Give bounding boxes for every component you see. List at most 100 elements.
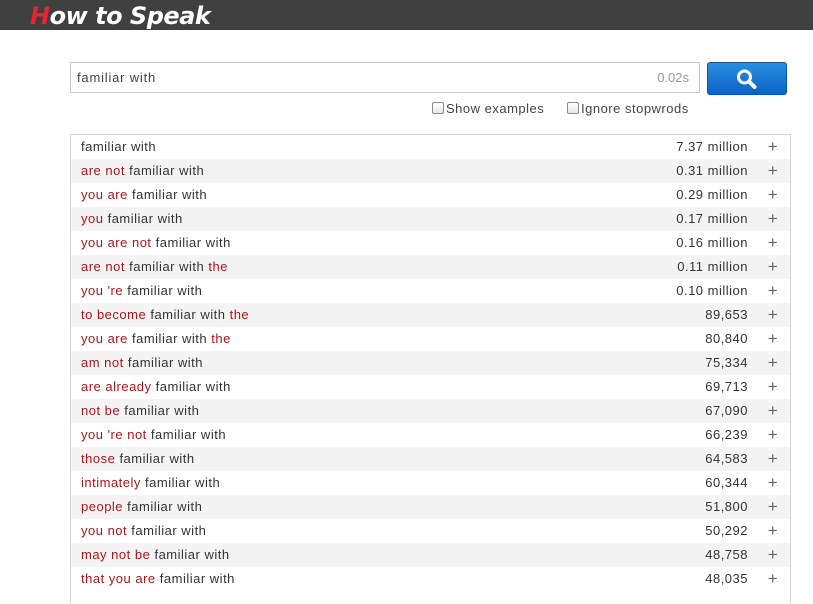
query-words: familiar with bbox=[155, 379, 231, 394]
query-words: familiar with bbox=[127, 355, 203, 370]
result-row[interactable]: those familiar with 64,583 + bbox=[71, 447, 790, 471]
result-phrase: are not familiar with bbox=[81, 159, 204, 183]
result-row[interactable]: are not familiar with the 0.11 million + bbox=[71, 255, 790, 279]
result-phrase: people familiar with bbox=[81, 495, 202, 519]
expand-plus-icon[interactable]: + bbox=[766, 207, 780, 231]
result-count: 48,758 bbox=[705, 547, 748, 562]
result-count: 51,800 bbox=[705, 499, 748, 514]
result-row[interactable]: am not familiar with 75,334 + bbox=[71, 351, 790, 375]
expand-plus-icon[interactable]: + bbox=[766, 543, 780, 567]
result-count: 89,653 bbox=[705, 307, 748, 322]
result-phrase: that you are familiar with bbox=[81, 567, 235, 591]
expand-plus-icon[interactable]: + bbox=[766, 303, 780, 327]
result-row[interactable]: you are familiar with the 80,840 + bbox=[71, 327, 790, 351]
result-row[interactable]: familiar with 7.37 million + bbox=[71, 135, 790, 159]
extra-words: those bbox=[81, 451, 116, 466]
search-time: 0.02s bbox=[657, 70, 689, 85]
result-phrase: familiar with bbox=[81, 135, 156, 159]
extra-words: the bbox=[208, 259, 228, 274]
ignore-stopwords-checkbox[interactable] bbox=[567, 102, 579, 114]
result-row[interactable]: that you are familiar with 48,035 + bbox=[71, 567, 790, 591]
expand-plus-icon[interactable]: + bbox=[766, 231, 780, 255]
query-words: familiar with bbox=[132, 331, 208, 346]
expand-plus-icon[interactable]: + bbox=[766, 327, 780, 351]
expand-plus-icon[interactable]: + bbox=[766, 279, 780, 303]
results-table: familiar with 7.37 million + are not famili… bbox=[70, 134, 791, 604]
result-row[interactable]: you are not familiar with 0.16 million + bbox=[71, 231, 790, 255]
query-words: familiar with bbox=[129, 259, 205, 274]
result-row[interactable]: you not familiar with 50,292 + bbox=[71, 519, 790, 543]
expand-plus-icon[interactable]: + bbox=[766, 495, 780, 519]
result-row[interactable]: you familiar with 0.17 million + bbox=[71, 207, 790, 231]
result-row[interactable]: not be familiar with 67,090 + bbox=[71, 399, 790, 423]
result-row[interactable]: you 're not familiar with 66,239 + bbox=[71, 423, 790, 447]
result-count: 64,583 bbox=[705, 451, 748, 466]
extra-words: you bbox=[81, 211, 104, 226]
search-input[interactable] bbox=[71, 63, 637, 92]
extra-words: not be bbox=[81, 403, 121, 418]
expand-plus-icon[interactable]: + bbox=[766, 135, 780, 159]
query-words: familiar with bbox=[150, 427, 227, 442]
result-count: 0.10 million bbox=[676, 283, 748, 298]
expand-plus-icon[interactable]: + bbox=[766, 447, 780, 471]
result-row[interactable]: to become familiar with the 89,653 + bbox=[71, 303, 790, 327]
query-words: familiar with bbox=[159, 571, 235, 586]
extra-words: are not bbox=[81, 259, 125, 274]
expand-plus-icon[interactable]: + bbox=[766, 399, 780, 423]
site-logo[interactable]: How to Speak bbox=[30, 1, 211, 30]
search-icon bbox=[737, 69, 757, 89]
expand-plus-icon[interactable]: + bbox=[766, 423, 780, 447]
result-row[interactable]: people familiar with 51,800 + bbox=[71, 495, 790, 519]
query-words: familiar with bbox=[132, 187, 208, 202]
top-bar: How to Speak bbox=[0, 0, 813, 30]
expand-plus-icon[interactable]: + bbox=[766, 519, 780, 543]
result-phrase: are not familiar with the bbox=[81, 255, 228, 279]
show-examples-checkbox[interactable] bbox=[432, 102, 444, 114]
result-count: 0.17 million bbox=[676, 211, 748, 226]
result-phrase: am not familiar with bbox=[81, 351, 203, 375]
expand-plus-icon[interactable]: + bbox=[766, 471, 780, 495]
extra-words: that you are bbox=[81, 571, 156, 586]
result-row[interactable]: you 're familiar with 0.10 million + bbox=[71, 279, 790, 303]
result-count: 60,344 bbox=[705, 475, 748, 490]
query-words: familiar with bbox=[131, 523, 207, 538]
query-words: familiar with bbox=[124, 403, 200, 418]
extra-words: you are not bbox=[81, 235, 152, 250]
expand-plus-icon[interactable]: + bbox=[766, 375, 780, 399]
query-words: familiar with bbox=[127, 283, 203, 298]
expand-plus-icon[interactable]: + bbox=[766, 183, 780, 207]
expand-plus-icon[interactable]: + bbox=[766, 159, 780, 183]
result-count: 0.31 million bbox=[676, 163, 748, 178]
expand-plus-icon[interactable]: + bbox=[766, 567, 780, 591]
extra-words: intimately bbox=[81, 475, 141, 490]
search-button[interactable] bbox=[707, 62, 787, 95]
expand-plus-icon[interactable]: + bbox=[766, 351, 780, 375]
result-row[interactable]: are already familiar with 69,713 + bbox=[71, 375, 790, 399]
result-row[interactable]: may not be familiar with 48,758 + bbox=[71, 543, 790, 567]
result-phrase: you not familiar with bbox=[81, 519, 206, 543]
search-box: 0.02s bbox=[70, 62, 700, 93]
extra-words: you are bbox=[81, 187, 128, 202]
result-phrase: to become familiar with the bbox=[81, 303, 249, 327]
logo-first-letter: H bbox=[30, 2, 50, 30]
result-row[interactable]: are not familiar with 0.31 million + bbox=[71, 159, 790, 183]
result-count: 0.16 million bbox=[676, 235, 748, 250]
extra-words: you are bbox=[81, 331, 128, 346]
result-row[interactable]: you are familiar with 0.29 million + bbox=[71, 183, 790, 207]
query-words: familiar with bbox=[119, 451, 195, 466]
result-count: 69,713 bbox=[705, 379, 748, 394]
extra-words: you 're not bbox=[81, 427, 147, 442]
result-row[interactable]: intimately familiar with 60,344 + bbox=[71, 471, 790, 495]
result-count: 0.11 million bbox=[677, 259, 748, 274]
query-words: familiar with bbox=[145, 475, 221, 490]
query-words: familiar with bbox=[127, 499, 203, 514]
query-words: familiar with bbox=[81, 139, 157, 154]
show-examples-option[interactable]: Show examples bbox=[432, 100, 544, 118]
extra-words: to become bbox=[81, 307, 147, 322]
ignore-stopwords-option[interactable]: Ignore stopwrods bbox=[567, 100, 689, 118]
result-count: 7.37 million bbox=[676, 139, 748, 154]
extra-words: may not be bbox=[81, 547, 151, 562]
result-phrase: you are familiar with the bbox=[81, 327, 231, 351]
result-phrase: may not be familiar with bbox=[81, 543, 230, 567]
expand-plus-icon[interactable]: + bbox=[766, 255, 780, 279]
